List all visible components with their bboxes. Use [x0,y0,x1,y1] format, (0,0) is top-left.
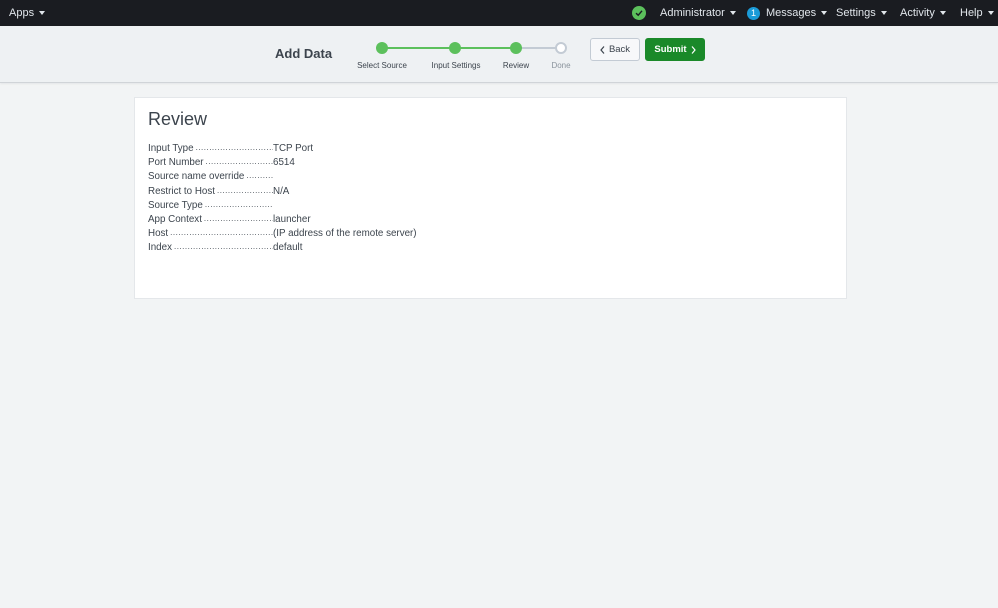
review-row: Source Type.............................… [148,199,273,211]
apps-menu-label: Apps [9,7,35,19]
step-review-label: Review [502,61,530,70]
review-row: Source name override....................… [148,171,273,183]
caret-down-icon [880,11,887,15]
messages-menu[interactable]: 1 Messages [747,0,828,26]
review-row: Index...................................… [148,242,303,254]
step-select-source-dot [376,42,388,54]
caret-down-icon [821,11,828,15]
settings-menu-label: Settings [836,7,876,19]
review-row: App Context.............................… [148,213,311,225]
wizard-header: Add Data Select Source Input Settings Re… [0,26,998,83]
back-button-label: Back [608,44,631,55]
user-menu-label: Administrator [660,7,725,19]
step-done-dot [555,42,567,54]
user-menu[interactable]: Administrator [660,0,736,26]
row-value: (IP address of the remote server) [273,228,417,240]
help-menu-label: Help [960,7,983,19]
step-input-settings-label: Input Settings [431,61,481,70]
activity-menu-label: Activity [900,7,935,19]
row-value: TCP Port [273,143,314,154]
row-label: Source Type [148,199,203,211]
caret-down-icon [939,11,946,15]
review-row: Restrict to Host........................… [148,185,290,197]
review-list: Input Type..............................… [148,143,417,257]
review-panel: Review Input Type.......................… [134,97,847,299]
apps-menu[interactable]: Apps [9,0,46,26]
row-value: launcher [273,213,311,225]
submit-button-label: Submit [654,44,687,55]
step-connector [455,47,516,49]
help-menu[interactable]: Help [960,0,994,26]
row-label: Input Type [148,143,194,154]
caret-down-icon [39,11,46,15]
row-label: Index [148,242,172,254]
chevron-right-icon [691,45,696,54]
row-label: App Context [148,213,202,225]
review-row: Port Number.............................… [148,157,295,169]
caret-down-icon [729,11,736,15]
row-label: Source name override [148,171,245,183]
review-heading: Review [148,109,208,129]
messages-count-badge: 1 [747,6,760,20]
messages-menu-label: Messages [766,7,817,19]
step-review-dot [510,42,522,54]
row-label: Restrict to Host [148,185,215,197]
row-label: Port Number [148,157,204,169]
step-connector [382,47,455,49]
row-value: 6514 [273,157,295,169]
submit-button[interactable]: Submit [645,38,705,61]
step-select-source-label: Select Source [357,61,407,70]
page-title: Add Data [275,46,333,61]
top-nav-bar: Apps Administrator 1 Messages Settings A… [0,0,998,26]
back-button[interactable]: Back [590,38,640,61]
settings-menu[interactable]: Settings [836,0,887,26]
step-done-label: Done [551,61,571,70]
chevron-left-icon [600,45,605,54]
row-value: default [273,242,303,254]
caret-down-icon [987,11,994,15]
check-circle-icon[interactable] [632,6,646,20]
row-value: N/A [273,185,290,197]
review-row: Host....................................… [148,228,417,240]
review-row: Input Type..............................… [148,143,314,154]
activity-menu[interactable]: Activity [900,0,946,26]
step-input-settings-dot [449,42,461,54]
row-label: Host [148,228,169,240]
